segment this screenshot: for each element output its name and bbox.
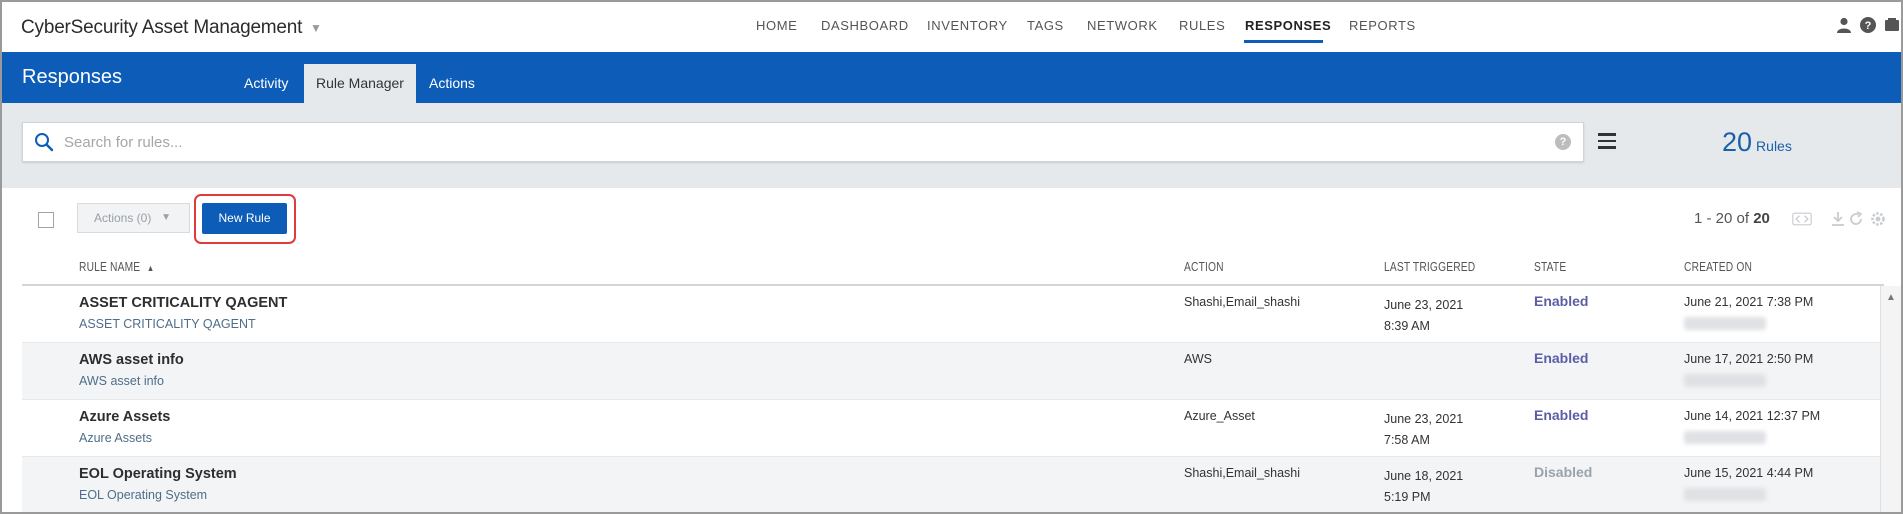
table-row[interactable]: ASSET CRITICALITY QAGENT ASSET CRITICALI… <box>22 286 1884 343</box>
rule-count-number: 20 <box>1722 127 1753 157</box>
rule-name[interactable]: EOL Operating System <box>79 466 237 482</box>
section-title: Responses <box>22 66 123 88</box>
rule-description: EOL Operating System <box>79 488 208 502</box>
vertical-scrollbar[interactable]: ▲ <box>1880 286 1901 512</box>
settings-gear-icon[interactable] <box>1868 210 1888 228</box>
search-box: ? <box>22 122 1584 162</box>
download-icon[interactable] <box>1828 210 1848 228</box>
redacted-creator <box>1684 374 1766 387</box>
user-icon[interactable] <box>1835 16 1853 34</box>
column-header-last-triggered[interactable]: LAST TRIGGERED <box>1384 260 1475 274</box>
hamburger-menu-icon[interactable] <box>1598 133 1616 149</box>
rule-description: ASSET CRITICALITY QAGENT <box>79 317 256 331</box>
rule-last-triggered: June 23, 2021 8:39 AM <box>1384 298 1464 333</box>
rule-state[interactable]: Disabled <box>1534 464 1592 480</box>
prev-next-icon[interactable] <box>1792 210 1812 228</box>
rule-created-on: June 17, 2021 2:50 PM <box>1684 352 1814 366</box>
rule-action: AWS <box>1184 352 1213 366</box>
app-window: CyberSecurity Asset Management ▼ HOME DA… <box>0 0 1903 514</box>
rule-name[interactable]: Azure Assets <box>79 409 170 425</box>
tab-actions[interactable]: Actions <box>417 64 487 103</box>
rule-count-label: Rules <box>1756 138 1792 154</box>
rule-last-triggered: June 18, 2021 5:19 PM <box>1384 469 1464 504</box>
tab-rule-manager[interactable]: Rule Manager <box>304 64 416 103</box>
search-help-icon[interactable]: ? <box>1555 134 1571 150</box>
rule-description: AWS asset info <box>79 374 164 388</box>
select-all-checkbox[interactable] <box>38 212 54 228</box>
rule-last-triggered: June 23, 2021 7:58 AM <box>1384 412 1464 447</box>
new-rule-button[interactable]: New Rule <box>202 203 287 234</box>
help-icon[interactable]: ? <box>1859 16 1877 34</box>
rule-action: Shashi,Email_shashi <box>1184 466 1301 480</box>
column-header-rule-name[interactable]: RULE NAME ▲ <box>79 260 154 274</box>
rule-created-on: June 15, 2021 4:44 PM <box>1684 466 1814 480</box>
rule-action: Shashi,Email_shashi <box>1184 295 1301 309</box>
nav-active-indicator <box>1244 40 1323 43</box>
apps-icon[interactable] <box>1883 16 1901 34</box>
section-header: Responses Activity Rule Manager Actions <box>2 52 1901 103</box>
column-header-state[interactable]: STATE <box>1534 260 1566 274</box>
tab-activity[interactable]: Activity <box>232 64 300 103</box>
redacted-creator <box>1684 431 1766 444</box>
pagination-total: 20 <box>1753 210 1770 227</box>
column-header-created-on[interactable]: CREATED ON <box>1684 260 1752 274</box>
top-navbar: CyberSecurity Asset Management ▼ HOME DA… <box>2 2 1901 52</box>
nav-inventory[interactable]: INVENTORY <box>927 18 1008 33</box>
redacted-creator <box>1684 317 1766 330</box>
table-row[interactable]: AWS asset info AWS asset info AWS Enable… <box>22 343 1884 400</box>
rule-state[interactable]: Enabled <box>1534 293 1588 309</box>
nav-tags[interactable]: TAGS <box>1027 18 1064 33</box>
rule-action: Azure_Asset <box>1184 409 1255 423</box>
table-toolbar: Actions (0) ▼ New Rule 1 - 20 of 20 <box>2 188 1901 248</box>
sort-ascending-icon[interactable]: ▲ <box>147 263 154 273</box>
rule-state[interactable]: Enabled <box>1534 350 1588 366</box>
actions-dropdown[interactable]: Actions (0) ▼ <box>77 203 190 233</box>
rule-name[interactable]: ASSET CRITICALITY QAGENT <box>79 295 287 311</box>
table-row[interactable]: EOL Operating System EOL Operating Syste… <box>22 457 1884 512</box>
scroll-up-arrow-icon[interactable]: ▲ <box>1886 292 1896 303</box>
rule-state[interactable]: Enabled <box>1534 407 1588 423</box>
actions-dropdown-label: Actions (0) <box>94 211 152 225</box>
column-header-action[interactable]: ACTION <box>1184 260 1224 274</box>
nav-dashboard[interactable]: DASHBOARD <box>821 18 909 33</box>
rule-count: 20 Rules <box>1722 127 1792 158</box>
chevron-down-icon: ▼ <box>161 212 171 223</box>
rule-created-on: June 14, 2021 12:37 PM <box>1684 409 1821 423</box>
table-header: RULE NAME ▲ ACTION LAST TRIGGERED STATE C… <box>22 256 1884 286</box>
nav-responses[interactable]: RESPONSES <box>1245 18 1331 33</box>
redacted-creator <box>1684 488 1766 501</box>
nav-reports[interactable]: REPORTS <box>1349 18 1416 33</box>
table-row[interactable]: Azure Assets Azure Assets Azure_Asset Ju… <box>22 400 1884 457</box>
rule-created-on: June 21, 2021 7:38 PM <box>1684 295 1814 309</box>
pagination-info: 1 - 20 of 20 <box>1694 210 1770 227</box>
search-strip: ? 20Rules <box>2 103 1901 188</box>
nav-network[interactable]: NETWORK <box>1087 18 1158 33</box>
rule-name[interactable]: AWS asset info <box>79 352 184 368</box>
nav-home[interactable]: HOME <box>756 18 797 33</box>
rule-description: Azure Assets <box>79 431 152 445</box>
pagination-range: 1 - 20 of <box>1694 210 1750 227</box>
nav-rules[interactable]: RULES <box>1179 18 1225 33</box>
svg-text:?: ? <box>1865 20 1872 32</box>
main-nav: HOME DASHBOARD INVENTORY TAGS NETWORK RU… <box>2 18 1901 48</box>
search-icon <box>35 133 54 152</box>
search-input[interactable] <box>64 123 1514 161</box>
refresh-icon[interactable] <box>1846 210 1866 228</box>
